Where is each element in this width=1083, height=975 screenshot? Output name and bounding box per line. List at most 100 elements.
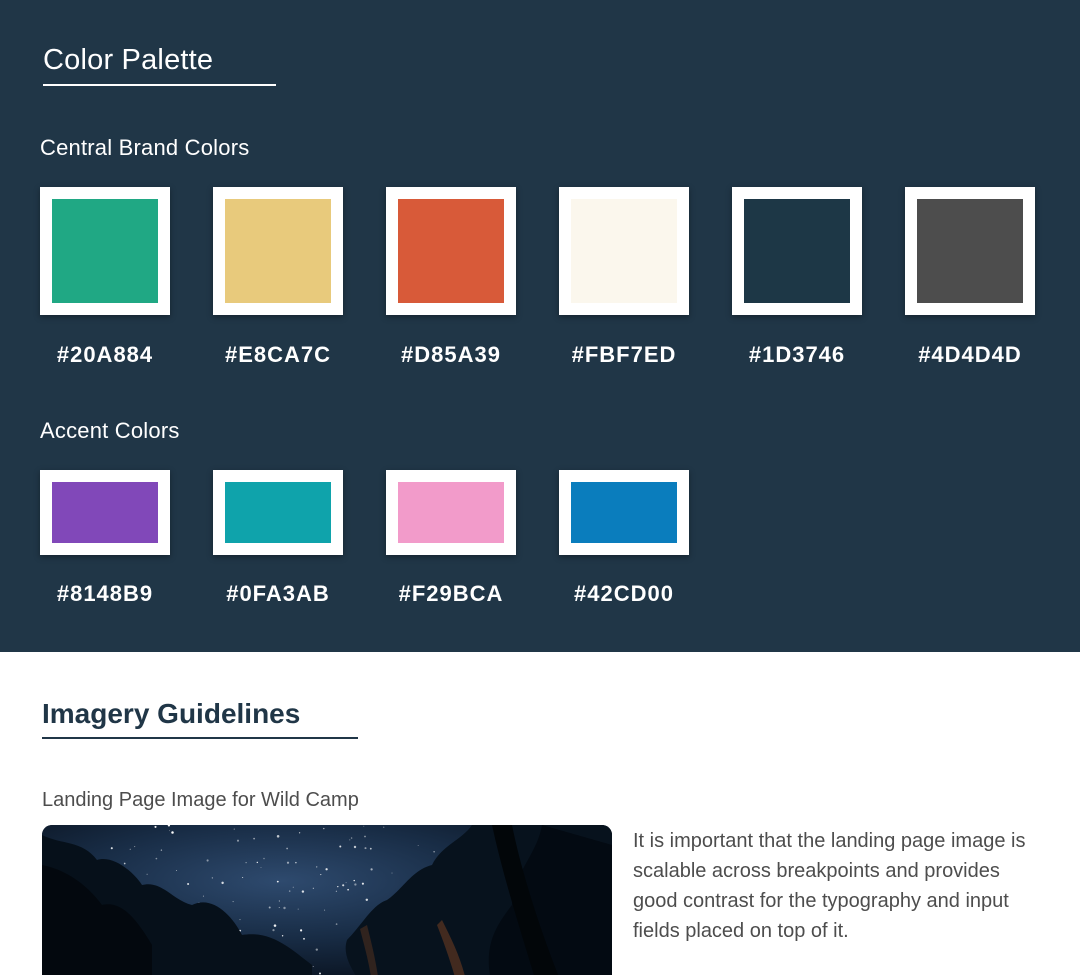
star bbox=[315, 948, 318, 951]
color-palette-section: Color Palette Central Brand Colors #20A8… bbox=[0, 0, 1080, 652]
swatch-fill bbox=[52, 482, 158, 543]
image-caption: Landing Page Image for Wild Camp bbox=[42, 789, 359, 811]
central-colors-heading: Central Brand Colors bbox=[40, 135, 250, 160]
star bbox=[283, 906, 286, 910]
star bbox=[278, 900, 280, 902]
star bbox=[278, 906, 280, 908]
star bbox=[134, 846, 136, 848]
star bbox=[276, 835, 280, 838]
star bbox=[301, 890, 305, 893]
star bbox=[353, 879, 355, 882]
swatch-accent-1 bbox=[40, 470, 170, 555]
star bbox=[342, 884, 345, 887]
hex-label-central-5: #1D3746 bbox=[748, 342, 846, 367]
star bbox=[281, 935, 284, 937]
swatch-central-1 bbox=[40, 187, 170, 315]
star bbox=[339, 845, 342, 848]
swatch-fill bbox=[225, 482, 331, 543]
star bbox=[297, 908, 299, 910]
star bbox=[369, 847, 372, 850]
star bbox=[236, 839, 240, 842]
star bbox=[155, 857, 158, 860]
star bbox=[391, 872, 393, 874]
star bbox=[312, 887, 314, 889]
star bbox=[202, 895, 204, 897]
star bbox=[349, 839, 351, 841]
hex-label-central-6: #4D4D4D bbox=[918, 342, 1022, 367]
star bbox=[239, 919, 241, 921]
star bbox=[233, 828, 235, 830]
star bbox=[263, 857, 265, 860]
star bbox=[256, 861, 258, 864]
swatch-fill bbox=[398, 199, 504, 303]
star bbox=[273, 924, 277, 927]
star bbox=[370, 868, 373, 871]
star bbox=[363, 825, 365, 827]
swatch-fill bbox=[917, 199, 1023, 303]
palette-title-underline bbox=[43, 84, 276, 86]
star bbox=[354, 883, 357, 886]
star bbox=[299, 929, 303, 932]
star bbox=[364, 847, 367, 850]
swatch-fill bbox=[398, 482, 504, 543]
star bbox=[260, 867, 262, 868]
star bbox=[286, 847, 288, 850]
star bbox=[232, 901, 234, 903]
star bbox=[268, 906, 271, 909]
hex-label-accent-2: #0FA3AB bbox=[226, 581, 330, 606]
star bbox=[276, 880, 279, 883]
star bbox=[383, 826, 385, 828]
accent-colors-heading: Accent Colors bbox=[40, 418, 180, 443]
star bbox=[187, 882, 190, 886]
star bbox=[337, 885, 339, 888]
imagery-description: It is important that the landing page im… bbox=[633, 830, 1026, 942]
swatch-accent-4 bbox=[559, 470, 689, 555]
star bbox=[160, 849, 163, 851]
star bbox=[169, 830, 170, 832]
hex-label-central-1: #20A884 bbox=[56, 342, 154, 367]
swatch-central-2 bbox=[213, 187, 343, 315]
swatch-fill bbox=[225, 199, 331, 303]
swatch-fill bbox=[52, 199, 158, 303]
star bbox=[211, 877, 214, 879]
star bbox=[335, 890, 337, 892]
star bbox=[129, 848, 131, 850]
imagery-title-underline bbox=[42, 737, 358, 739]
star bbox=[361, 882, 364, 885]
swatch-fill bbox=[571, 482, 677, 543]
star bbox=[347, 888, 349, 891]
star bbox=[312, 966, 314, 967]
star bbox=[319, 972, 321, 975]
star bbox=[154, 825, 157, 828]
hex-label-accent-1: #8148B9 bbox=[56, 581, 154, 606]
star bbox=[295, 861, 297, 864]
hex-label-central-4: #FBF7ED bbox=[571, 342, 677, 367]
star bbox=[417, 844, 419, 847]
star bbox=[110, 847, 113, 850]
star bbox=[315, 866, 318, 868]
star bbox=[353, 845, 357, 849]
star bbox=[365, 898, 369, 902]
star bbox=[242, 877, 244, 878]
star bbox=[176, 870, 177, 872]
star bbox=[345, 882, 347, 884]
swatch-accent-3 bbox=[386, 470, 516, 555]
star bbox=[298, 832, 301, 834]
star bbox=[286, 861, 290, 864]
swatch-fill bbox=[744, 199, 850, 303]
star bbox=[206, 859, 209, 862]
star bbox=[253, 837, 255, 840]
star bbox=[221, 881, 224, 885]
star bbox=[171, 831, 174, 834]
style-guide-page: Color Palette Central Brand Colors #20A8… bbox=[0, 0, 1083, 975]
swatch-central-3 bbox=[386, 187, 516, 315]
star bbox=[433, 851, 435, 853]
star bbox=[335, 923, 338, 925]
star bbox=[350, 837, 353, 839]
night-sky-illustration bbox=[42, 825, 612, 975]
swatch-central-4 bbox=[559, 187, 689, 315]
star bbox=[288, 890, 291, 892]
swatch-central-6 bbox=[905, 187, 1035, 315]
hex-label-accent-3: #F29BCA bbox=[398, 581, 504, 606]
swatch-accent-2 bbox=[213, 470, 343, 555]
